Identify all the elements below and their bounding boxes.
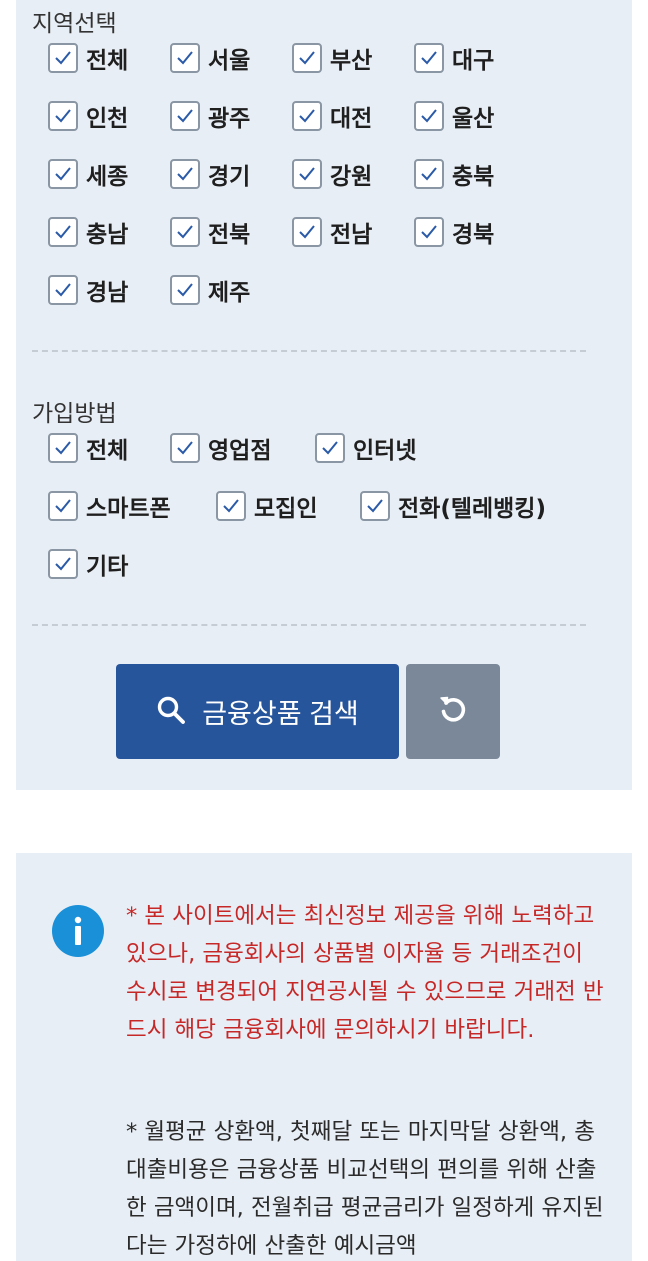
check-icon bbox=[414, 217, 444, 247]
checkbox-label: 전남 bbox=[330, 222, 373, 248]
check-icon bbox=[48, 159, 78, 189]
checkbox-label: 전체 bbox=[86, 438, 129, 464]
checkbox-label: 대전 bbox=[330, 106, 373, 132]
checkbox-label: 인터넷 bbox=[353, 438, 417, 464]
check-icon bbox=[292, 217, 322, 247]
check-icon bbox=[48, 549, 78, 579]
check-icon bbox=[292, 159, 322, 189]
check-icon bbox=[414, 101, 444, 131]
region-checkbox-busan[interactable]: 부산 bbox=[292, 41, 372, 75]
reset-button[interactable] bbox=[406, 664, 500, 759]
check-icon bbox=[170, 159, 200, 189]
join-checkbox-smartphone[interactable]: 스마트폰 bbox=[48, 489, 171, 523]
check-icon bbox=[170, 275, 200, 305]
check-icon bbox=[414, 159, 444, 189]
check-icon bbox=[48, 217, 78, 247]
join-checkbox-all[interactable]: 전체 bbox=[48, 431, 128, 465]
check-icon bbox=[170, 217, 200, 247]
checkbox-label: 세종 bbox=[86, 164, 129, 190]
region-checkbox-sejong[interactable]: 세종 bbox=[48, 157, 128, 191]
region-checkbox-daejeon[interactable]: 대전 bbox=[292, 99, 372, 133]
region-checkbox-incheon[interactable]: 인천 bbox=[48, 99, 128, 133]
refresh-icon bbox=[437, 694, 469, 729]
region-checkbox-jeju[interactable]: 제주 bbox=[170, 273, 250, 307]
checkbox-label: 전북 bbox=[208, 222, 251, 248]
region-checkbox-daegu[interactable]: 대구 bbox=[414, 41, 494, 75]
check-icon bbox=[292, 101, 322, 131]
region-checkbox-jeonbuk[interactable]: 전북 bbox=[170, 215, 250, 249]
check-icon bbox=[48, 275, 78, 305]
region-checkbox-gyeonggi[interactable]: 경기 bbox=[170, 157, 250, 191]
search-button-label: 금융상품 검색 bbox=[202, 699, 359, 729]
join-checkbox-branch[interactable]: 영업점 bbox=[170, 431, 271, 465]
checkbox-label: 대구 bbox=[452, 48, 495, 74]
check-icon bbox=[170, 43, 200, 73]
join-checkbox-other[interactable]: 기타 bbox=[48, 547, 128, 581]
checkbox-label: 경북 bbox=[452, 222, 495, 248]
checkbox-label: 모집인 bbox=[254, 496, 318, 522]
section-divider bbox=[32, 350, 586, 352]
region-checkbox-seoul[interactable]: 서울 bbox=[170, 41, 250, 75]
check-icon bbox=[414, 43, 444, 73]
section-divider bbox=[32, 624, 586, 626]
checkbox-label: 광주 bbox=[208, 106, 251, 132]
region-checkbox-jeonnam[interactable]: 전남 bbox=[292, 215, 372, 249]
check-icon bbox=[170, 433, 200, 463]
checkbox-label: 인천 bbox=[86, 106, 129, 132]
notice-panel: * 본 사이트에서는 최신정보 제공을 위해 노력하고 있으나, 금융회사의 상… bbox=[16, 853, 632, 1261]
check-icon bbox=[292, 43, 322, 73]
join-method-title: 가입방법 bbox=[32, 401, 117, 427]
checkbox-label: 기타 bbox=[86, 554, 129, 580]
checkbox-label: 제주 bbox=[208, 280, 251, 306]
checkbox-label: 서울 bbox=[208, 48, 251, 74]
search-button[interactable]: 금융상품 검색 bbox=[116, 664, 399, 759]
search-icon bbox=[156, 695, 186, 728]
checkbox-label: 전체 bbox=[86, 48, 129, 74]
checkbox-label: 영업점 bbox=[208, 438, 272, 464]
checkbox-label: 울산 bbox=[452, 106, 495, 132]
region-checkbox-gyeongbuk[interactable]: 경북 bbox=[414, 215, 494, 249]
join-checkbox-internet[interactable]: 인터넷 bbox=[315, 431, 416, 465]
region-checkbox-ulsan[interactable]: 울산 bbox=[414, 99, 494, 133]
checkbox-label: 경남 bbox=[86, 280, 129, 306]
checkbox-label: 전화(텔레뱅킹) bbox=[398, 496, 546, 522]
join-checkbox-telebanking[interactable]: 전화(텔레뱅킹) bbox=[360, 489, 546, 523]
join-checkbox-recruiter[interactable]: 모집인 bbox=[216, 489, 317, 523]
checkbox-label: 충북 bbox=[452, 164, 495, 190]
notice-info-text: * 월평균 상환액, 첫째달 또는 마지막달 상환액, 총대출비용은 금융상품 … bbox=[126, 1119, 604, 1259]
region-checkbox-chungbuk[interactable]: 충북 bbox=[414, 157, 494, 191]
region-checkbox-gangwon[interactable]: 강원 bbox=[292, 157, 372, 191]
region-title: 지역선택 bbox=[32, 11, 117, 37]
checkbox-label: 강원 bbox=[330, 164, 373, 190]
info-icon bbox=[52, 905, 104, 957]
check-icon bbox=[315, 433, 345, 463]
check-icon bbox=[216, 491, 246, 521]
check-icon bbox=[48, 433, 78, 463]
region-checkbox-all[interactable]: 전체 bbox=[48, 41, 128, 75]
check-icon bbox=[48, 101, 78, 131]
region-checkbox-gwangju[interactable]: 광주 bbox=[170, 99, 250, 133]
checkbox-label: 충남 bbox=[86, 222, 129, 248]
region-checkbox-chungnam[interactable]: 충남 bbox=[48, 215, 128, 249]
notice-warning-text: * 본 사이트에서는 최신정보 제공을 위해 노력하고 있으나, 금융회사의 상… bbox=[126, 903, 604, 1043]
check-icon bbox=[48, 491, 78, 521]
checkbox-label: 부산 bbox=[330, 48, 373, 74]
checkbox-label: 스마트폰 bbox=[86, 496, 171, 522]
region-checkbox-gyeongnam[interactable]: 경남 bbox=[48, 273, 128, 307]
checkbox-label: 경기 bbox=[208, 164, 251, 190]
check-icon bbox=[170, 101, 200, 131]
check-icon bbox=[360, 491, 390, 521]
check-icon bbox=[48, 43, 78, 73]
